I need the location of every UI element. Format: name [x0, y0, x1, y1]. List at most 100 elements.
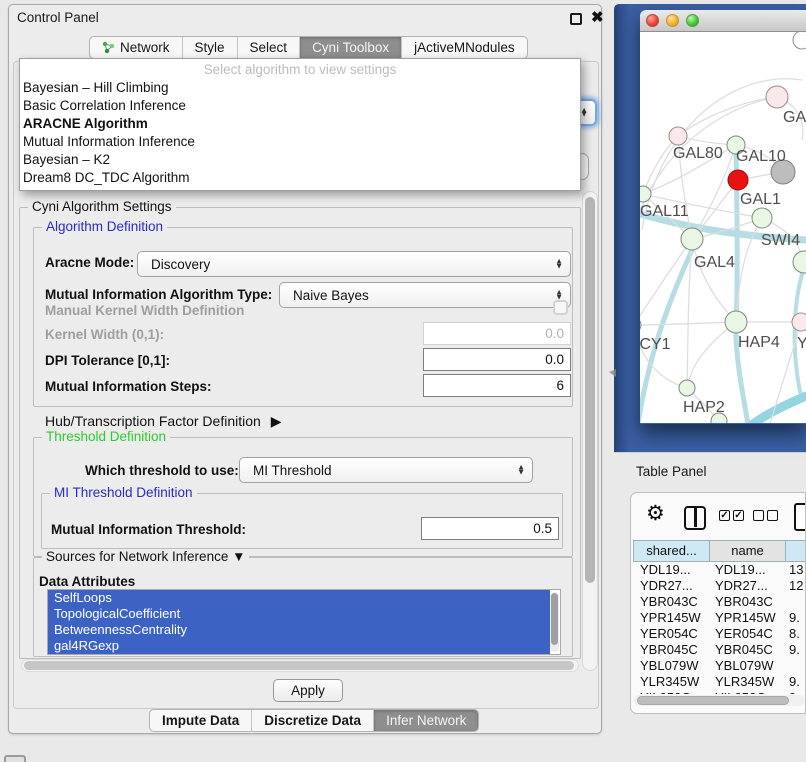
- attribute-list-item[interactable]: gal4RGexp: [48, 638, 550, 654]
- manual-kernel-checkbox[interactable]: [553, 300, 568, 315]
- table-row[interactable]: YIL052CYIL052C9.: [633, 690, 805, 694]
- column-header-partial[interactable]: [786, 540, 806, 562]
- aracne-mode-value: Discovery: [151, 257, 210, 272]
- float-icon[interactable]: [570, 13, 582, 25]
- table-horizontal-scrollbar[interactable]: [634, 695, 805, 706]
- dropdown-item[interactable]: Basic Correlation Inference: [20, 97, 580, 115]
- network-node[interactable]: [793, 32, 806, 49]
- dropdown-item[interactable]: Bayesian – K2: [20, 151, 580, 169]
- deselect-all-icon[interactable]: [753, 510, 764, 521]
- scrollbar-thumb[interactable]: [637, 696, 789, 705]
- table-cell: YBR043C: [633, 594, 710, 610]
- hub-definition-expander[interactable]: Hub/Transcription Factor Definition ▶: [45, 413, 281, 430]
- table-row[interactable]: YLR345WYLR345W9.: [633, 674, 805, 690]
- scrollbar-thumb[interactable]: [24, 661, 574, 670]
- data-attributes-list[interactable]: SelfLoopsTopologicalCoefficientBetweenne…: [47, 589, 561, 655]
- tab-select[interactable]: Select: [238, 37, 301, 58]
- network-window-titlebar[interactable]: [640, 10, 806, 32]
- tab-style[interactable]: Style: [183, 37, 238, 58]
- table-cell: YDR27...: [710, 578, 784, 594]
- minimized-panel-icon[interactable]: [4, 755, 26, 762]
- table-row[interactable]: YER054CYER054C8.: [633, 626, 805, 642]
- hub-definition-label: Hub/Transcription Factor Definition: [45, 413, 261, 429]
- network-node-gal80[interactable]: [669, 127, 687, 145]
- tab-discretize-data[interactable]: Discretize Data: [252, 710, 374, 731]
- network-node-gal[interactable]: [766, 86, 788, 108]
- table-cell: YDL19...: [633, 562, 710, 578]
- network-node[interactable]: [793, 251, 806, 273]
- network-node-gal4[interactable]: [681, 228, 703, 250]
- mi-threshold-field[interactable]: 0.5: [421, 517, 559, 540]
- control-panel-title: Control Panel: [17, 10, 99, 25]
- close-icon[interactable]: ✖: [591, 8, 604, 26]
- table-row[interactable]: YPR145WYPR145W9.: [633, 610, 805, 626]
- network-node-y[interactable]: [792, 313, 806, 331]
- attribute-list-item[interactable]: TopologicalCoefficient: [48, 606, 550, 622]
- tab-label: Cyni Toolbox: [312, 40, 389, 55]
- cyni-bottom-tabs: Impute Data Discretize DataInfer Network: [149, 709, 479, 732]
- table-cell: YLR345W: [633, 674, 710, 690]
- deselect-all-icon[interactable]: [767, 510, 778, 521]
- apply-button[interactable]: Apply: [273, 679, 343, 702]
- tab-label: Impute Data: [162, 713, 239, 728]
- table-cell: YER054C: [710, 626, 784, 642]
- table-row[interactable]: YBR043CYBR043C: [633, 594, 805, 610]
- table-cell: YBR045C: [633, 642, 710, 658]
- tab-jactivemnodules[interactable]: jActiveMNodules: [402, 37, 527, 58]
- network-node-hap4[interactable]: [725, 311, 747, 333]
- tab-network[interactable]: Network: [90, 37, 183, 58]
- dropdown-item[interactable]: Dream8 DC_TDC Algorithm: [20, 169, 580, 187]
- expand-right-icon[interactable]: ▶: [271, 413, 282, 429]
- group-title[interactable]: Sources for Network Inference ▼: [42, 549, 249, 564]
- dropdown-item[interactable]: Bayesian – Hill Climbing: [20, 79, 580, 97]
- network-node-hap2[interactable]: [679, 380, 695, 396]
- dropdown-item[interactable]: ARACNE Algorithm: [20, 115, 580, 133]
- dpi-tolerance-field[interactable]: 0.0: [423, 348, 571, 371]
- attribute-list-item[interactable]: SelfLoops: [48, 590, 550, 606]
- network-tab-icon: [102, 41, 115, 54]
- network-canvas[interactable]: GALGAL80GAL10GAL1GAL11SWI4GAL4GCY1HAP4YH…: [640, 32, 806, 423]
- column-header-shared-name[interactable]: shared...: [633, 540, 710, 562]
- network-node-gal11[interactable]: [640, 186, 651, 202]
- select-all-icon[interactable]: ✓: [733, 510, 744, 521]
- network-node-gcy1[interactable]: [640, 317, 641, 333]
- aracne-mode-combo[interactable]: Discovery ▲▼: [137, 251, 571, 277]
- table-row[interactable]: YDR27...YDR27...12: [633, 578, 805, 594]
- network-window[interactable]: GALGAL80GAL10GAL1GAL11SWI4GAL4GCY1HAP4YH…: [640, 10, 806, 424]
- kernel-width-field[interactable]: 0.0: [423, 322, 571, 345]
- scrollbar-thumb[interactable]: [585, 197, 595, 583]
- tab-cyni-toolbox[interactable]: Cyni Toolbox: [300, 37, 402, 58]
- tab-impute-data[interactable]: Impute Data: [150, 710, 252, 731]
- scrollbar-thumb[interactable]: [551, 593, 558, 645]
- table-row[interactable]: YDL19...YDL19...13: [633, 562, 805, 578]
- mi-type-label: Mutual Information Algorithm Type:: [45, 287, 272, 302]
- split-columns-icon[interactable]: [684, 506, 706, 530]
- cursor-artifact: [609, 369, 616, 377]
- tab-infer-network[interactable]: Infer Network: [374, 710, 478, 731]
- new-table-icon[interactable]: [794, 503, 806, 531]
- settings-horizontal-scrollbar[interactable]: [21, 659, 579, 672]
- network-node-label: GAL1: [740, 191, 781, 208]
- attribute-list-item[interactable]: BetweennessCentrality: [48, 622, 550, 638]
- which-threshold-combo[interactable]: MI Threshold ▲▼: [239, 457, 533, 483]
- gear-icon[interactable]: ⚙: [646, 501, 665, 526]
- column-header-name[interactable]: name: [710, 540, 786, 562]
- table-row[interactable]: YBL079WYBL079W: [633, 658, 805, 674]
- close-button[interactable]: [646, 14, 659, 27]
- network-node-label: GAL: [783, 109, 806, 126]
- group-title: Threshold Definition: [42, 429, 170, 444]
- collapse-down-icon[interactable]: ▼: [232, 549, 245, 564]
- zoom-button[interactable]: [686, 14, 699, 27]
- settings-vertical-scrollbar[interactable]: [582, 191, 598, 671]
- select-all-icon[interactable]: ✓: [719, 510, 730, 521]
- table-cell: 9.: [784, 674, 805, 690]
- table-row[interactable]: YBR045CYBR045C9.: [633, 642, 805, 658]
- list-scrollbar[interactable]: [550, 592, 559, 652]
- network-node-label: HAP4: [738, 334, 780, 351]
- network-node-swi4[interactable]: [752, 208, 772, 228]
- minimize-button[interactable]: [666, 14, 679, 27]
- network-node-gal1[interactable]: [728, 170, 748, 190]
- dropdown-item[interactable]: Mutual Information Inference: [20, 133, 580, 151]
- mi-steps-field[interactable]: 6: [423, 374, 571, 397]
- mi-type-combo[interactable]: Naive Bayes ▲▼: [279, 282, 571, 308]
